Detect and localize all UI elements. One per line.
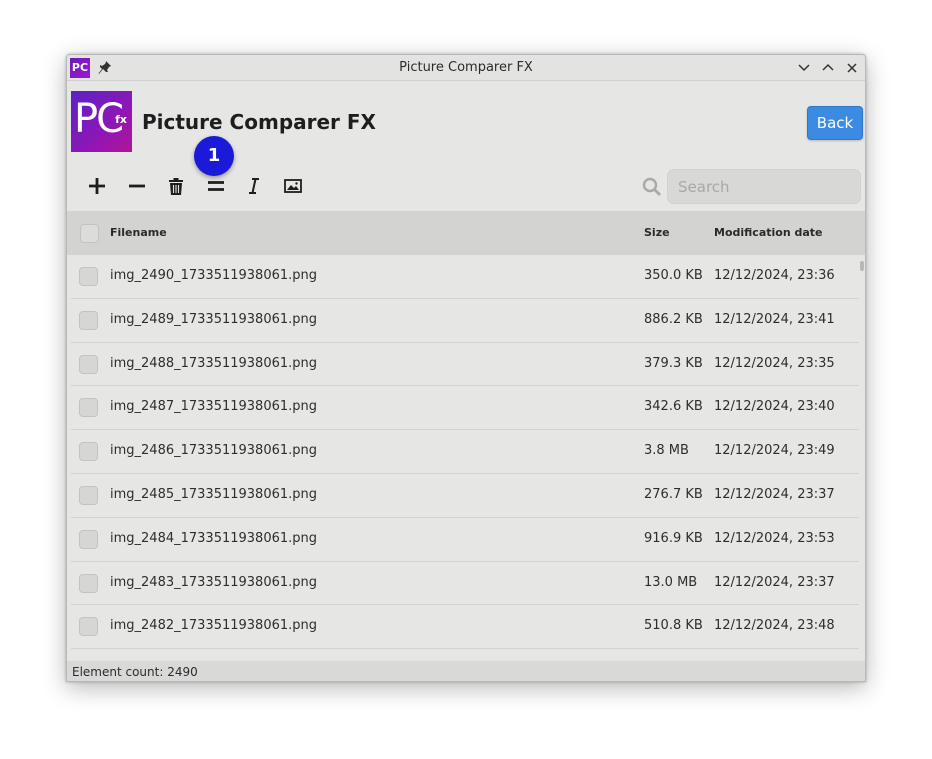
table-row[interactable]: img_2486_1733511938061.png 3.8 MB 12/12/20… <box>71 430 859 474</box>
file-size: 276.7 KB <box>644 486 703 502</box>
file-size: 886.2 KB <box>644 311 703 327</box>
scrollbar[interactable] <box>860 261 864 271</box>
file-size: 350.0 KB <box>644 268 703 283</box>
row-checkbox[interactable] <box>79 354 98 374</box>
file-size: 916.9 KB <box>644 530 703 546</box>
file-size: 13.0 MB <box>644 574 698 590</box>
file-date: 12/12/2024, 23:37 <box>714 486 835 502</box>
table-row[interactable]: img_2489_1733511938061.png 886.2 KB 12/12/… <box>71 299 859 343</box>
step-badge: 1 <box>194 136 234 176</box>
file-name: img_2482_1733511938061.png <box>110 618 318 634</box>
image-icon[interactable] <box>282 175 304 197</box>
file-name: img_2486_1733511938061.png <box>110 443 318 459</box>
file-name: img_2485_1733511938061.png <box>110 486 318 502</box>
search-input[interactable] <box>667 169 861 204</box>
select-all-checkbox[interactable] <box>80 224 99 243</box>
table-row[interactable]: img_2485_1733511938061.png 276.7 KB 12/12/… <box>71 474 859 518</box>
row-checkbox[interactable] <box>79 617 98 637</box>
column-header-size[interactable]: Size <box>644 211 670 255</box>
search-icon <box>642 177 662 197</box>
row-checkbox[interactable] <box>79 267 98 286</box>
row-checkbox[interactable] <box>79 398 98 418</box>
table-row[interactable]: img_2482_1733511938061.png 510.8 KB 12/12/… <box>71 605 859 650</box>
file-name: img_2488_1733511938061.png <box>110 355 318 371</box>
row-checkbox[interactable] <box>79 442 98 462</box>
file-name: img_2484_1733511938061.png <box>110 530 318 546</box>
row-checkbox[interactable] <box>79 573 98 593</box>
column-header-filename[interactable]: Filename <box>110 211 167 255</box>
file-date: 12/12/2024, 23:37 <box>714 574 835 590</box>
table-header: Filename Size Modification date <box>67 211 865 255</box>
table-row[interactable]: img_2488_1733511938061.png 379.3 KB 12/12/… <box>71 343 859 387</box>
minimize-button[interactable] <box>795 59 813 77</box>
row-checkbox[interactable] <box>79 310 98 330</box>
file-name: img_2487_1733511938061.png <box>110 399 318 415</box>
logo-sub-text: fx <box>115 113 127 126</box>
italic-icon[interactable] <box>243 175 265 197</box>
close-button[interactable] <box>843 59 861 77</box>
maximize-button[interactable] <box>819 59 837 77</box>
back-button[interactable]: Back <box>807 106 863 140</box>
file-date: 12/12/2024, 23:36 <box>714 268 835 283</box>
title-bar[interactable]: PC Picture Comparer FX <box>67 55 865 81</box>
minus-icon[interactable] <box>126 175 148 197</box>
table-row[interactable]: img_2490_1733511938061.png 350.0 KB 12/12/… <box>71 255 859 299</box>
app-logo: PC fx <box>71 91 132 152</box>
file-date: 12/12/2024, 23:48 <box>714 618 835 634</box>
row-checkbox[interactable] <box>79 529 98 549</box>
table-row[interactable]: img_2483_1733511938061.png 13.0 MB 12/12/2… <box>71 562 859 606</box>
file-size: 342.6 KB <box>644 399 703 415</box>
app-window: PC Picture Comparer FX PC fx Picture Com… <box>66 54 866 682</box>
element-count: Element count: 2490 <box>72 665 198 679</box>
file-size: 379.3 KB <box>644 355 703 371</box>
status-bar: Element count: 2490 <box>67 661 865 681</box>
file-name: img_2489_1733511938061.png <box>110 311 318 327</box>
file-date: 12/12/2024, 23:53 <box>714 530 835 546</box>
table-row[interactable]: img_2484_1733511938061.png 916.9 KB 12/12/… <box>71 518 859 562</box>
column-header-date[interactable]: Modification date <box>714 211 823 255</box>
equals-icon[interactable] <box>205 175 227 197</box>
window-title: Picture Comparer FX <box>399 60 533 75</box>
file-date: 12/12/2024, 23:41 <box>714 311 835 327</box>
plus-icon[interactable] <box>86 175 108 197</box>
file-date: 12/12/2024, 23:49 <box>714 443 835 459</box>
file-name: img_2483_1733511938061.png <box>110 574 318 590</box>
page-title: Picture Comparer FX <box>142 110 376 134</box>
trash-icon[interactable] <box>165 175 187 197</box>
row-checkbox[interactable] <box>79 485 98 505</box>
table-row[interactable]: img_2487_1733511938061.png 342.6 KB 12/12/… <box>71 386 859 431</box>
file-date: 12/12/2024, 23:35 <box>714 355 835 371</box>
file-list: img_2490_1733511938061.png 350.0 KB 12/12/… <box>67 255 859 661</box>
file-date: 12/12/2024, 23:40 <box>714 399 835 415</box>
file-size: 3.8 MB <box>644 443 689 459</box>
file-name: img_2490_1733511938061.png <box>110 268 318 283</box>
file-size: 510.8 KB <box>644 618 703 634</box>
